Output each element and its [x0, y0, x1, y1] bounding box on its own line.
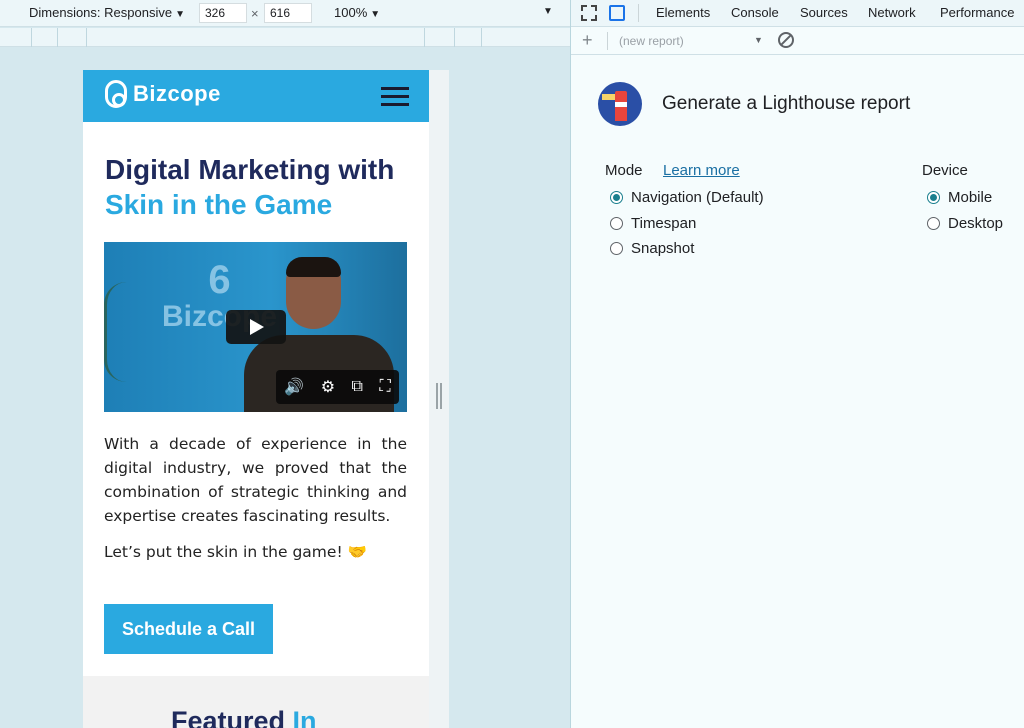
mode-navigation-label: Navigation (Default) [631, 189, 764, 206]
device-toggle-icon[interactable] [609, 5, 625, 21]
radio-selected[interactable] [610, 191, 623, 204]
site-header: Bizcope [83, 70, 429, 122]
height-input[interactable]: 616 [264, 3, 312, 23]
picture-in-picture-icon[interactable]: ⧉ [352, 378, 363, 396]
device-desktop-label: Desktop [948, 215, 1004, 232]
dimensions-dropdown[interactable]: Dimensions: Responsive ▼ [29, 5, 185, 20]
ruler-tick [481, 28, 482, 47]
fullscreen-icon[interactable]: ⛶ [380, 378, 391, 396]
learn-more-link[interactable]: Learn more [663, 162, 740, 179]
settings-icon[interactable]: ⚙ [321, 377, 335, 397]
play-button[interactable] [226, 310, 286, 344]
schedule-call-button[interactable]: Schedule a Call [104, 604, 273, 654]
media-query-ruler [0, 28, 570, 47]
hero-title: Digital Marketing with Skin in the Game [105, 152, 415, 222]
device-label: Device [922, 162, 968, 179]
radio-unselected[interactable] [610, 242, 623, 255]
mode-timespan-label: Timespan [631, 215, 697, 232]
resize-handle[interactable] [436, 383, 442, 409]
inspect-element-icon[interactable] [581, 5, 597, 21]
report-select[interactable]: (new report) [619, 34, 684, 48]
intro-paragraph: With a decade of experience in the digit… [104, 435, 407, 525]
mode-timespan[interactable]: Timespan [610, 215, 696, 232]
device-mobile[interactable]: Mobile [927, 189, 992, 206]
video-player[interactable]: 6 Bizcope 🔊 ⚙ ⧉ ⛶ [104, 242, 407, 412]
width-input[interactable]: 326 [199, 3, 247, 23]
device-toolbar: Dimensions: Responsive ▼ 326 × 616 100% ▼ … [0, 0, 570, 27]
caret-down-icon: ▼ [370, 9, 381, 20]
ruler-tick [424, 28, 425, 47]
menu-icon[interactable] [381, 87, 409, 107]
devtools-tabbar: Elements Console Sources Network Perform… [571, 0, 1024, 27]
caret-down-icon: ▼ [175, 9, 185, 20]
lighthouse-toolbar: + (new report) ▼ [571, 27, 1024, 55]
ruler-tick [57, 28, 58, 47]
more-options-icon[interactable]: ▼ [543, 6, 553, 17]
devtools-panel: Elements Console Sources Network Perform… [570, 0, 1024, 728]
tab-performance[interactable]: Performance [940, 5, 1014, 20]
emulated-viewport: Bizcope Digital Marketing with Skin in t… [83, 70, 429, 728]
featured-title: Featured In [171, 706, 317, 728]
times-sign: × [251, 6, 259, 21]
device-mobile-label: Mobile [948, 189, 993, 206]
tab-elements[interactable]: Elements [656, 5, 710, 20]
radio-unselected[interactable] [927, 217, 940, 230]
tab-console[interactable]: Console [731, 5, 779, 20]
video-controls: 🔊 ⚙ ⧉ ⛶ [276, 370, 399, 404]
lighthouse-logo-icon [598, 82, 642, 126]
tab-sources[interactable]: Sources [800, 5, 848, 20]
tab-network[interactable]: Network [868, 5, 916, 20]
device-emulation-area: Dimensions: Responsive ▼ 326 × 616 100% ▼ … [0, 0, 570, 728]
bizcope-logo-icon [105, 80, 127, 108]
mode-snapshot[interactable]: Snapshot [610, 240, 694, 257]
mode-label: Mode [605, 162, 643, 179]
hero-title-line1: Digital Marketing with [105, 154, 395, 185]
lighthouse-title: Generate a Lighthouse report [662, 93, 911, 114]
mode-navigation[interactable]: Navigation (Default) [610, 189, 764, 206]
device-desktop[interactable]: Desktop [927, 215, 1003, 232]
volume-icon[interactable]: 🔊 [284, 377, 304, 397]
radio-selected[interactable] [927, 191, 940, 204]
radio-unselected[interactable] [610, 217, 623, 230]
clear-icon[interactable] [778, 32, 794, 48]
ruler-tick [454, 28, 455, 47]
plant-decoration [104, 282, 149, 382]
mode-snapshot-label: Snapshot [631, 240, 695, 257]
hero-title-line2: Skin in the Game [105, 189, 333, 220]
zoom-dropdown[interactable]: 100% ▼ [334, 5, 380, 20]
ruler-tick [31, 28, 32, 47]
site-logo[interactable]: Bizcope [105, 80, 221, 108]
logo-text: Bizcope [133, 81, 221, 106]
tagline: Let’s put the skin in the game! 🤝 [104, 543, 367, 561]
featured-section: Featured In [83, 676, 429, 728]
dropdown-arrow-icon[interactable]: ▼ [754, 35, 763, 45]
add-icon[interactable]: + [582, 30, 593, 51]
ruler-tick [86, 28, 87, 47]
